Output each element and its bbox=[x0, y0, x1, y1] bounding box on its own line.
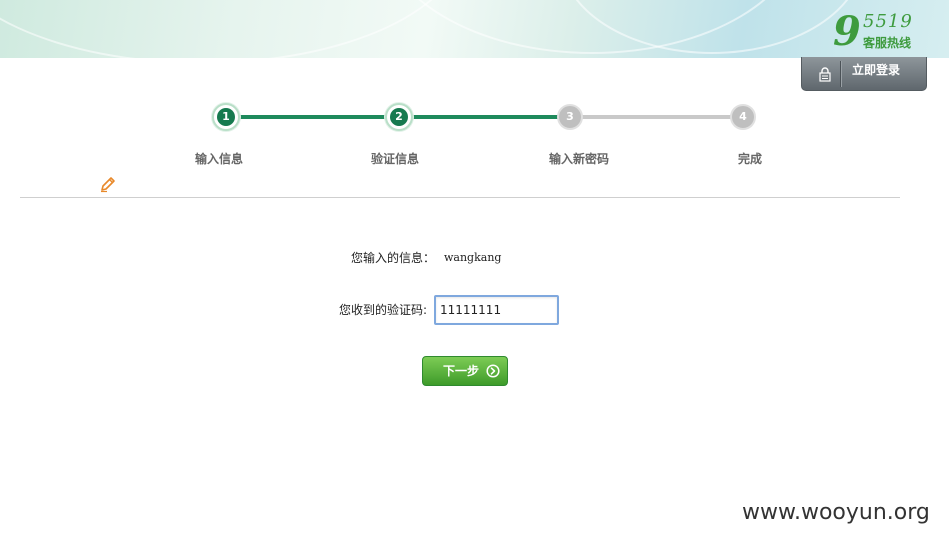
verification-code-input[interactable] bbox=[434, 295, 559, 325]
next-step-button[interactable]: 下一步 bbox=[422, 356, 508, 386]
step-1-label: 输入信息 bbox=[195, 152, 244, 166]
progress-steps: 1 2 3 4 输入信息 验证信息 输入新密码 完成 bbox=[0, 0, 949, 200]
step-1-number: 1 bbox=[217, 108, 235, 126]
watermark-text: www.wooyun.org bbox=[742, 500, 930, 525]
arrow-right-circle-icon bbox=[486, 364, 500, 378]
step-4-label: 完成 bbox=[738, 152, 763, 166]
step-2-number: 2 bbox=[390, 108, 408, 126]
next-step-label: 下一步 bbox=[443, 364, 480, 378]
step-connector-2-3 bbox=[411, 115, 559, 119]
pencil-icon bbox=[101, 177, 115, 193]
step-4-number: 4 bbox=[739, 110, 747, 123]
code-label: 您收到的验证码: bbox=[339, 303, 428, 317]
section-divider bbox=[20, 197, 900, 198]
step-3-label: 输入新密码 bbox=[549, 152, 610, 166]
info-label: 您输入的信息： bbox=[351, 251, 436, 265]
step-connector-1-2 bbox=[238, 115, 388, 119]
step-4-marker: 4 bbox=[730, 104, 756, 130]
step-1-marker: 1 bbox=[212, 103, 240, 131]
step-2-marker: 2 bbox=[385, 103, 413, 131]
step-connector-3-4 bbox=[581, 115, 732, 119]
info-value: wangkang bbox=[444, 251, 502, 264]
step-3-number: 3 bbox=[566, 110, 574, 123]
step-3-marker: 3 bbox=[557, 104, 583, 130]
step-2-label: 验证信息 bbox=[371, 152, 420, 166]
